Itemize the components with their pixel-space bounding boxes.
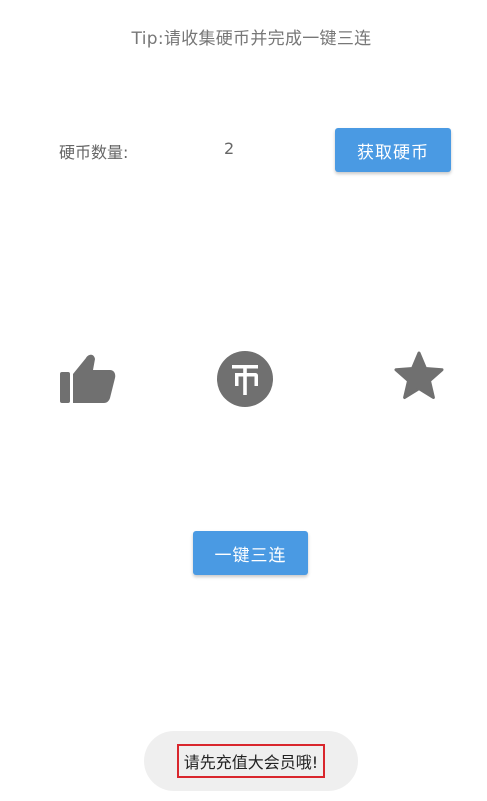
coin-count-value: 2: [224, 139, 235, 158]
star-icon[interactable]: [392, 350, 446, 404]
toast-text: 请先充值大会员哦!: [176, 744, 326, 778]
coin-count-label: 硬币数量:: [59, 143, 129, 162]
get-coin-button[interactable]: 获取硬币: [335, 128, 451, 172]
tip-text: Tip:请收集硬币并完成一键三连: [131, 29, 372, 49]
page: Tip:请收集硬币并完成一键三连 硬币数量: 2 获取硬币 一键三连 请先充值大…: [0, 0, 487, 801]
triple-action-button[interactable]: 一键三连: [193, 531, 308, 575]
coin-icon[interactable]: [216, 350, 274, 408]
thumb-up-icon[interactable]: [58, 350, 116, 406]
toast-message: 请先充值大会员哦!: [144, 731, 358, 791]
